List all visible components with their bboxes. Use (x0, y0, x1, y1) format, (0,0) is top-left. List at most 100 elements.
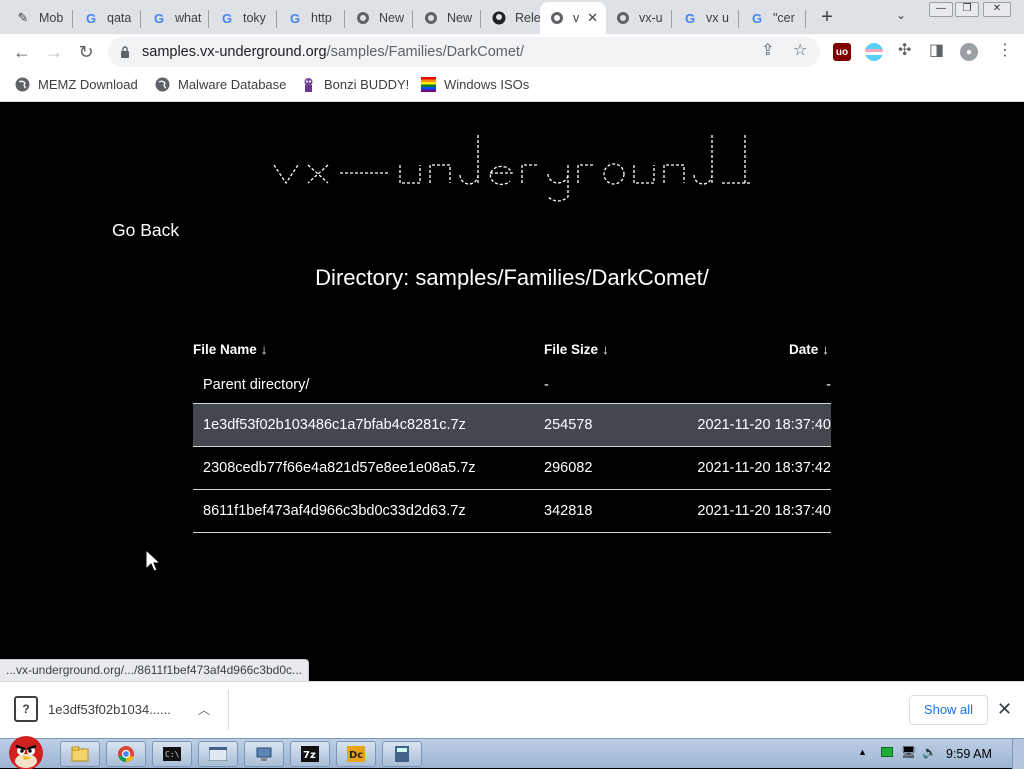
tab-6[interactable]: New (346, 4, 413, 32)
file-date-cell: 2021-11-20 18:37:40 (664, 403, 831, 447)
battery-icon[interactable] (880, 747, 893, 757)
file-name-link[interactable]: 1e3df53f02b103486c1a7bfab4c8281c.7z (193, 403, 544, 447)
tab-title: New (379, 11, 405, 25)
sort-arrow-icon: ↓ (602, 341, 609, 357)
tab-2[interactable]: Gqata (74, 4, 141, 32)
tab-5[interactable]: Ghttp (278, 4, 345, 32)
file-date-cell: - (664, 367, 831, 404)
file-size-cell: 342818 (544, 489, 664, 533)
svg-text:C:\: C:\ (165, 750, 180, 759)
taskbar-darkcomet-icon[interactable]: Dc (336, 741, 376, 767)
tab-7[interactable]: New (414, 4, 481, 32)
taskbar-window-icon[interactable] (198, 741, 238, 767)
taskbar-cmd-icon[interactable]: C:\ (152, 741, 192, 767)
vx-underground-logo (273, 135, 750, 202)
tray-expand-icon[interactable]: ▲ (858, 747, 867, 757)
close-window-button[interactable]: ✕ (983, 2, 1011, 17)
bookmark-malware-database[interactable]: Malware Database (155, 77, 286, 92)
tab-4[interactable]: Gtoky (210, 4, 277, 32)
go-back-link[interactable]: Go Back (112, 220, 179, 241)
tab-10[interactable]: vx-u (606, 4, 672, 32)
page-content: Go Back Directory: samples/Families/Dark… (0, 103, 1024, 681)
tab-1[interactable]: ✎ Mob (6, 4, 73, 32)
taskbar-7zip-icon[interactable]: 7z (290, 741, 330, 767)
tab-3[interactable]: Gwhat (142, 4, 209, 32)
bookmark-windows-isos[interactable]: Windows ISOs (421, 77, 529, 92)
file-table: File Name ↓ File Size ↓ Date ↓ Parent direc… (193, 331, 831, 533)
start-button-angry-bird-icon[interactable] (2, 731, 50, 769)
download-item[interactable]: ? 1e3df53f02b1034...... (14, 696, 171, 722)
restore-window-button[interactable]: ❐ (955, 2, 979, 17)
show-desktop-button[interactable] (1012, 739, 1024, 769)
extension-flag-icon[interactable] (865, 43, 883, 61)
tab-title: vx-u (639, 11, 663, 25)
windows-taskbar: C:\ 7z Dc ▲ 🖥 🔊 9:59 AM (0, 736, 1024, 769)
new-tab-button[interactable]: + (817, 6, 837, 28)
forward-arrow-icon[interactable]: → (43, 41, 65, 63)
volume-icon[interactable]: 🔊 (922, 745, 937, 759)
column-header-file-size[interactable]: File Size ↓ (544, 331, 664, 367)
tab-11[interactable]: Gvx u (673, 4, 739, 32)
column-header-file-name[interactable]: File Name ↓ (193, 331, 544, 367)
close-icon[interactable]: ✕ (997, 699, 1012, 720)
tab-12[interactable]: G "cer (740, 4, 806, 32)
minimize-window-button[interactable]: — (929, 2, 953, 17)
browser-toolbar: ← → ↻ samples.vx-underground.org/samples… (0, 34, 1024, 70)
table-row[interactable]: 8611f1bef473af4d966c3bd0c33d2d63.7z 3428… (193, 489, 831, 533)
tab-strip: ✎ Mob Gqata Gwhat Gtoky Ghttp New New Rel… (0, 0, 1024, 34)
bookmark-star-icon[interactable]: ☆ (793, 40, 807, 60)
pencil-icon: ✎ (17, 10, 29, 25)
close-tab-icon[interactable]: ✕ (587, 10, 598, 26)
bookmark-label: Windows ISOs (444, 77, 530, 92)
bookmark-bonzi-buddy[interactable]: Bonzi BUDDY! (301, 77, 409, 92)
taskbar-network-icon[interactable] (244, 741, 284, 767)
sort-arrow-icon: ↓ (822, 341, 829, 357)
taskbar-explorer-icon[interactable] (60, 741, 100, 767)
table-header-row: File Name ↓ File Size ↓ Date ↓ (193, 331, 831, 367)
network-monitor-icon[interactable]: 🖥 (901, 745, 916, 759)
bookmark-label: Bonzi BUDDY! (324, 77, 410, 92)
globe-icon (423, 10, 439, 26)
table-row[interactable]: 2308cedb77f66e4a821d57e8ee1e08a5.7z 2960… (193, 446, 831, 490)
file-size-cell: 254578 (544, 403, 664, 447)
link-status-bubble: ...vx-underground.org/.../8611f1bef473af… (0, 659, 309, 681)
address-bar[interactable]: samples.vx-underground.org/samples/Famil… (108, 37, 820, 67)
reload-icon[interactable]: ↻ (75, 41, 97, 63)
table-row-parent[interactable]: Parent directory/ - - (193, 367, 831, 404)
globe-icon (549, 10, 565, 26)
system-tray: ▲ 🖥 🔊 (858, 745, 937, 759)
tab-title: Rele (515, 11, 540, 25)
bonzi-icon (304, 78, 313, 92)
parent-directory-link[interactable]: Parent directory/ (193, 367, 544, 404)
profile-avatar-icon[interactable]: ● (960, 43, 978, 61)
google-icon: G (684, 10, 696, 26)
file-name-link[interactable]: 8611f1bef473af4d966c3bd0c33d2d63.7z (193, 489, 544, 533)
svg-text:Dc: Dc (349, 750, 363, 761)
side-panel-icon[interactable]: ◨ (929, 40, 944, 60)
share-icon[interactable]: ⇪ (761, 40, 774, 60)
sort-arrow-icon: ↓ (260, 341, 268, 357)
extensions-puzzle-icon[interactable]: ✣ (898, 40, 911, 60)
bookmark-memz[interactable]: MEMZ Download (15, 77, 138, 92)
menu-kebab-icon[interactable]: ⋮ (997, 40, 1013, 60)
tab-8[interactable]: Rele (482, 4, 540, 32)
file-name-link[interactable]: 2308cedb77f66e4a821d57e8ee1e08a5.7z (193, 446, 544, 490)
show-all-button[interactable]: Show all (909, 695, 988, 725)
google-icon: G (289, 10, 301, 26)
table-row[interactable]: 1e3df53f02b103486c1a7bfab4c8281c.7z 2545… (193, 403, 831, 447)
tab-search-chevron-icon[interactable]: ⌄ (896, 8, 906, 22)
back-arrow-icon[interactable]: ← (11, 41, 33, 63)
tab-title: http (311, 11, 332, 25)
tab-title: qata (107, 11, 132, 25)
taskbar-clock[interactable]: 9:59 AM (946, 747, 992, 761)
taskbar-calculator-icon[interactable] (382, 741, 422, 767)
chevron-up-icon[interactable]: ︿ (198, 701, 210, 718)
column-header-date[interactable]: Date ↓ (664, 331, 831, 367)
tab-title: vx u (706, 11, 729, 25)
github-icon (491, 10, 507, 26)
ublock-origin-icon[interactable]: uo (833, 43, 851, 61)
google-icon: G (751, 10, 763, 26)
taskbar-chrome-icon[interactable] (106, 741, 146, 767)
tab-title: "cer (773, 11, 795, 25)
tab-active[interactable]: v ✕ (540, 2, 606, 34)
